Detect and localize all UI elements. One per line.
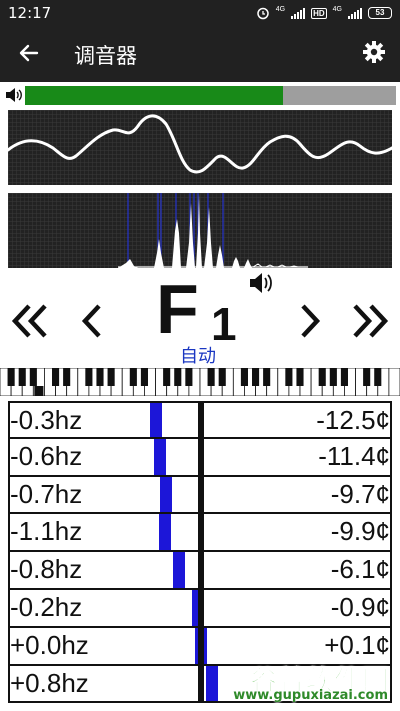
next-octave-button[interactable] <box>350 293 390 349</box>
black-key[interactable] <box>18 368 26 386</box>
speaker-icon[interactable] <box>248 271 274 295</box>
center-line <box>198 589 204 626</box>
hd-badge: HD <box>311 7 327 19</box>
tuning-mode-toggle[interactable]: 自动 <box>180 342 216 368</box>
black-key[interactable] <box>218 368 226 386</box>
alarm-icon <box>257 7 269 20</box>
double-chevron-right-icon <box>353 304 389 338</box>
black-key[interactable] <box>107 368 115 386</box>
cents-offset: -0.9¢ <box>330 591 390 622</box>
deviation-bar <box>160 476 173 513</box>
black-key[interactable] <box>374 368 382 386</box>
black-key[interactable] <box>29 368 37 386</box>
black-key[interactable] <box>240 368 248 386</box>
hz-offset: -1.1hz <box>10 516 83 547</box>
status-time: 12:17 <box>8 4 52 22</box>
table-row: -0.3hz -12.5¢ <box>10 401 390 439</box>
center-line <box>198 552 204 588</box>
black-key[interactable] <box>252 368 260 386</box>
hz-offset: -0.6hz <box>10 440 83 471</box>
black-key[interactable] <box>129 368 137 386</box>
black-key[interactable] <box>296 368 304 386</box>
black-key[interactable] <box>363 368 371 386</box>
hz-offset: +0.8hz <box>10 667 89 698</box>
hz-offset: -0.7hz <box>10 478 83 509</box>
cents-offset: -12.5¢ <box>316 405 390 435</box>
cents-offset: +0.1¢ <box>324 629 390 660</box>
table-row: -0.2hz -0.9¢ <box>10 589 390 628</box>
hz-offset: +0.0hz <box>10 629 89 660</box>
cents-offset: -9.9¢ <box>330 516 390 547</box>
app-bar: 调音器 <box>0 26 400 82</box>
note-letter: F <box>156 270 199 348</box>
table-row: -1.1hz -9.9¢ <box>10 514 390 553</box>
gear-icon[interactable] <box>362 40 386 64</box>
page-title: 调音器 <box>74 44 137 68</box>
table-row: -0.7hz -9.7¢ <box>10 476 390 515</box>
signal-icon <box>291 7 306 19</box>
status-bar: 12:17 4G HD 4G 53 <box>0 0 400 26</box>
center-line <box>198 438 204 475</box>
battery-indicator: 53 <box>368 7 392 19</box>
black-key[interactable] <box>174 368 182 386</box>
arrow-left-icon[interactable] <box>16 40 42 66</box>
network-type-1: 4G <box>275 5 286 13</box>
black-key[interactable] <box>340 368 348 386</box>
deviation-bar <box>159 514 172 551</box>
black-key[interactable] <box>7 368 15 386</box>
table-row: -0.8hz -6.1¢ <box>10 552 390 590</box>
table-row: -0.6hz -11.4¢ <box>10 438 390 477</box>
hz-offset: -0.2hz <box>10 591 83 622</box>
white-key[interactable] <box>388 368 400 396</box>
hz-offset: -0.3hz <box>10 405 83 435</box>
black-key[interactable] <box>85 368 93 386</box>
center-line <box>198 476 204 513</box>
speaker-icon[interactable] <box>5 87 23 103</box>
hz-offset: -0.8hz <box>10 554 83 585</box>
spectrum-display <box>8 193 392 268</box>
watermark-url: www.gupuxiazai.com <box>233 688 388 703</box>
black-key[interactable] <box>140 368 148 386</box>
volume-level-fill <box>25 86 283 105</box>
black-key[interactable] <box>63 368 71 386</box>
current-note: F 1 <box>156 270 256 349</box>
center-line <box>198 514 204 551</box>
volume-level-bar <box>25 86 396 105</box>
black-key[interactable] <box>318 368 326 386</box>
prev-octave-button[interactable] <box>10 293 50 349</box>
center-line <box>198 627 204 664</box>
black-key[interactable] <box>52 368 60 386</box>
chevron-right-icon <box>301 304 321 338</box>
status-icons: 4G HD 4G 53 <box>256 5 392 21</box>
black-key[interactable] <box>207 368 215 386</box>
chevron-left-icon <box>81 304 101 338</box>
next-note-button[interactable] <box>296 293 326 349</box>
watermark: 谷普软件园 www.gupuxiazai.com <box>214 659 394 707</box>
signal-icon <box>348 7 362 19</box>
network-type-2: 4G <box>332 5 342 13</box>
black-key[interactable] <box>285 368 293 386</box>
cents-offset: -9.7¢ <box>330 478 390 509</box>
current-key-marker <box>34 386 44 396</box>
prev-note-button[interactable] <box>76 293 106 349</box>
black-key[interactable] <box>96 368 104 386</box>
piano-keyboard[interactable] <box>0 368 400 396</box>
center-line <box>198 403 204 437</box>
black-key[interactable] <box>329 368 337 386</box>
deviation-bar <box>173 552 186 588</box>
black-key[interactable] <box>163 368 171 386</box>
black-key[interactable] <box>185 368 193 386</box>
cents-offset: -6.1¢ <box>330 554 390 585</box>
deviation-bar <box>150 403 162 437</box>
black-key[interactable] <box>263 368 271 386</box>
center-line <box>198 665 204 702</box>
waveform-display <box>8 110 392 185</box>
cents-offset: -11.4¢ <box>318 440 390 471</box>
double-chevron-left-icon <box>11 304 47 338</box>
deviation-bar <box>153 438 166 475</box>
